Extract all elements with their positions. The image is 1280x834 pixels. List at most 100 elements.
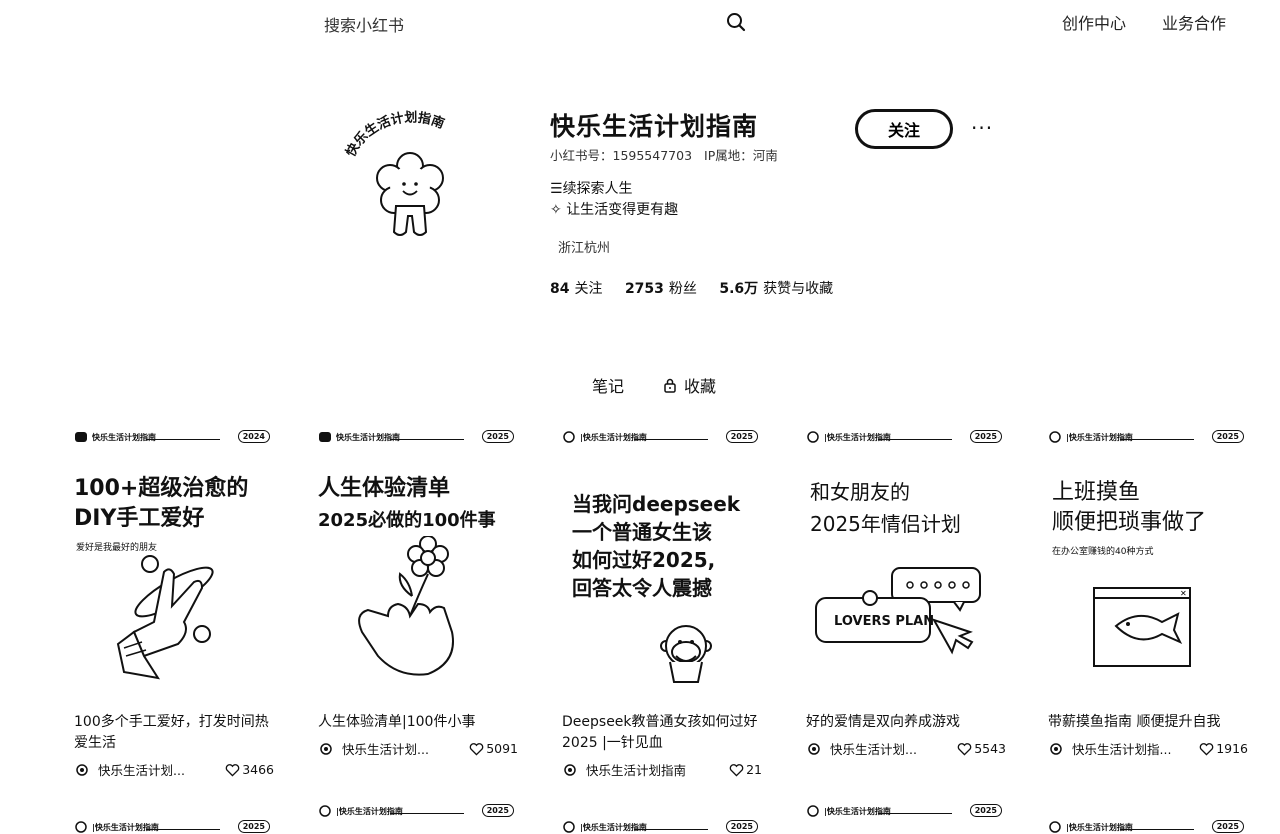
note-footer: 快乐生活计划指... 1916: [1048, 739, 1248, 758]
search-input[interactable]: 搜索小红书: [324, 12, 404, 36]
menu-lines-icon: ☰: [550, 181, 563, 197]
note-title[interactable]: 100多个手工爱好，打发时间热爱生活: [74, 712, 274, 754]
cover-year: 2024: [237, 430, 270, 443]
author-name[interactable]: 快乐生活计划指南: [586, 760, 729, 779]
note-card[interactable]: |快乐生活计划指南 2025 上班摸鱼 顺便把琐事做了 在办公室赚钱的40种方式…: [1048, 426, 1248, 758]
note-cover[interactable]: 快乐生活计划指南 2025 人生体验清单 2025必做的100件事: [318, 426, 518, 706]
note-cover[interactable]: |快乐生活计划指南 2025 上班摸鱼 顺便把琐事做了 在办公室赚钱的40种方式…: [1048, 426, 1248, 706]
like-count: 21: [746, 762, 762, 777]
profile-stats: 84 关注 2753 粉丝 5.6万 获赞与收藏: [550, 278, 833, 298]
cover-brand: |快乐生活计划指南: [824, 433, 891, 442]
cover-brand: |快乐生活计划指南: [92, 823, 159, 832]
search-bar[interactable]: 搜索小红书: [310, 6, 750, 38]
author-avatar[interactable]: [1048, 741, 1064, 757]
note-footer: 快乐生活计划指南 21: [562, 760, 762, 779]
cover-year: 2025: [969, 430, 1002, 443]
cover-title-2: 顺便把琐事做了: [1052, 510, 1207, 535]
cover-divider: [390, 439, 464, 440]
cover-header: |快乐生活计划指南 2025: [318, 804, 514, 820]
author-avatar[interactable]: [74, 762, 90, 778]
tab-notes[interactable]: 笔记: [592, 373, 624, 397]
cover-divider: [878, 813, 952, 814]
cover-title-1: 人生体验清单: [318, 476, 451, 501]
location-tag: 浙江杭州: [558, 241, 611, 256]
more-options-button[interactable]: ···: [971, 116, 993, 140]
cover-title-1: 当我问deepseek: [572, 492, 741, 516]
note-card[interactable]: |快乐生活计划指南 2025 和女朋友的 2025年情侣计划 LOVERS PL…: [806, 426, 1006, 758]
fish-window-illustration: ✕: [1093, 587, 1191, 667]
following-stat[interactable]: 84 关注: [550, 281, 602, 297]
note-cover[interactable]: |快乐生活计划指南 2025 当我问deepseek 一个普通女生该 如何过好2…: [562, 426, 762, 706]
seal-icon: [319, 805, 331, 817]
note-card-partial[interactable]: |快乐生活计划指南 2025: [806, 800, 1006, 820]
note-title[interactable]: 带薪摸鱼指南 顺便提升自我: [1048, 712, 1248, 733]
likes-stat: 5.6万 获赞与收藏: [719, 281, 834, 297]
note-card[interactable]: 快乐生活计划指南 2025 人生体验清单 2025必做的100件事 人生体验清单…: [318, 426, 518, 758]
heart-icon[interactable]: [729, 763, 744, 777]
note-title[interactable]: Deepseek教普通女孩如何过好2025 |一针见血: [562, 712, 762, 754]
heart-icon[interactable]: [957, 742, 972, 756]
heart-icon[interactable]: [469, 742, 484, 756]
author-name[interactable]: 快乐生活计划...: [830, 739, 957, 758]
cover-subtitle: LOVERS PLAN: [834, 614, 935, 629]
note-title[interactable]: 好的爱情是双向养成游戏: [806, 712, 1006, 733]
note-cover[interactable]: 快乐生活计划指南 2024 100+超级治愈的 DIY手工爱好 爱好是我最好的朋…: [74, 426, 274, 706]
ip-location: IP属地：河南: [704, 148, 778, 163]
business-link[interactable]: 业务合作: [1162, 10, 1226, 34]
note-cover[interactable]: |快乐生活计划指南 2025 和女朋友的 2025年情侣计划 LOVERS PL…: [806, 426, 1006, 706]
author-name[interactable]: 快乐生活计划指...: [1072, 739, 1199, 758]
note-card-partial[interactable]: |快乐生活计划指南 2025: [318, 800, 518, 820]
tab-favorites[interactable]: 收藏: [662, 373, 716, 397]
creator-center-link[interactable]: 创作中心: [1062, 10, 1126, 34]
note-card-partial[interactable]: |快乐生活计划指南 2025: [562, 800, 762, 833]
cover-header: |快乐生活计划指南 2025: [1048, 820, 1244, 834]
profile-ids: 小红书号：1595547703 IP属地：河南: [550, 145, 778, 164]
svg-text:✕: ✕: [1180, 589, 1187, 598]
note-card-partial[interactable]: |快乐生活计划指南 2025: [1048, 800, 1248, 833]
cover-header: |快乐生活计划指南 2025: [562, 820, 758, 834]
note-card-partial[interactable]: |快乐生活计划指南 2025: [74, 800, 274, 833]
author-name[interactable]: 快乐生活计划...: [342, 739, 469, 758]
tab-favorites-label: 收藏: [684, 377, 717, 396]
cover-title-2: 一个普通女生该: [572, 520, 712, 544]
bio-line-1: ☰续探索人生: [550, 181, 633, 197]
avatar-text: 快乐生活计划指南: [343, 110, 447, 160]
seal-icon: [1049, 431, 1061, 443]
svg-text:快乐生活计划指南: 快乐生活计划指南: [343, 110, 447, 160]
seal-icon: [1049, 821, 1061, 833]
author-name[interactable]: 快乐生活计划...: [98, 760, 225, 779]
flower-hand-illustration: [358, 536, 454, 676]
author-avatar[interactable]: [562, 762, 578, 778]
author-avatar[interactable]: [318, 741, 334, 757]
seal-icon: [563, 821, 575, 833]
followers-stat[interactable]: 2753 粉丝: [625, 281, 697, 297]
cover-title-3: 如何过好2025,: [572, 548, 716, 572]
cover-title-2: 2025必做的100件事: [318, 510, 496, 531]
cover-header: 快乐生活计划指南 2025: [318, 430, 514, 446]
heart-icon[interactable]: [1199, 742, 1214, 756]
cover-title-2: 2025年情侣计划: [810, 512, 961, 536]
note-title[interactable]: 人生体验清单|100件小事: [318, 712, 518, 733]
profile-avatar: 快乐生活计划指南: [343, 110, 447, 236]
follow-button[interactable]: 关注: [855, 109, 953, 149]
note-card[interactable]: 快乐生活计划指南 2024 100+超级治愈的 DIY手工爱好 爱好是我最好的朋…: [74, 426, 274, 779]
cover-brand: 快乐生活计划指南: [336, 433, 400, 442]
heart-icon[interactable]: [225, 763, 240, 777]
redbook-id: 小红书号：1595547703: [550, 148, 693, 163]
note-card[interactable]: |快乐生活计划指南 2025 当我问deepseek 一个普通女生该 如何过好2…: [562, 426, 762, 779]
note-footer: 快乐生活计划... 5543: [806, 739, 1006, 758]
seal-icon: [807, 431, 819, 443]
profile-name: 快乐生活计划指南: [550, 112, 759, 141]
cover-divider: [634, 439, 708, 440]
lock-icon: [664, 378, 676, 393]
cover-brand: |快乐生活计划指南: [1066, 433, 1133, 442]
note-footer: 快乐生活计划... 3466: [74, 760, 274, 779]
cover-year: 2025: [1211, 820, 1244, 833]
cover-divider: [878, 439, 952, 440]
author-avatar[interactable]: [806, 741, 822, 757]
cover-brand: |快乐生活计划指南: [824, 807, 891, 816]
cover-title-2: DIY手工爱好: [74, 506, 205, 531]
cover-title-1: 和女朋友的: [810, 480, 910, 504]
search-icon[interactable]: [726, 12, 746, 32]
cover-year: 2025: [481, 430, 514, 443]
